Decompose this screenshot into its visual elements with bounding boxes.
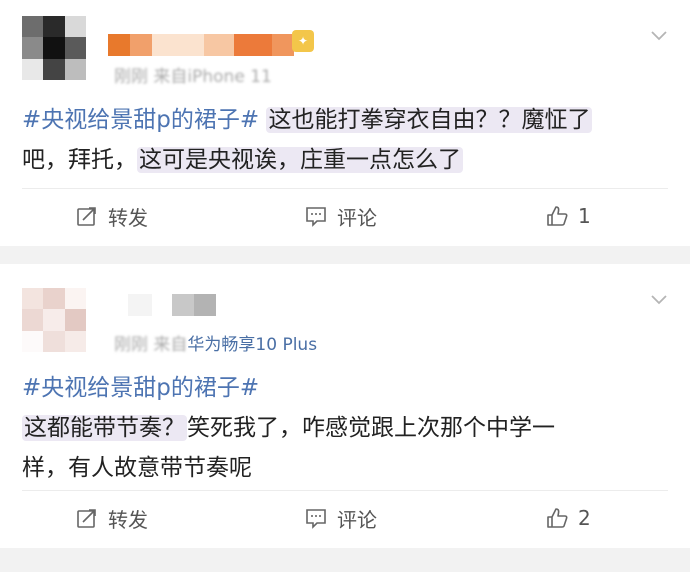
repost-button[interactable]: 转发 [76,196,148,236]
repost-label: 转发 [108,205,148,230]
like-button[interactable]: 1 [546,196,591,236]
weibo-post-1: ✦ 刚刚 来自iPhone 11 #央视给景甜p的裙子# 这也能打拳穿衣自由？？… [0,0,690,246]
post-source-prefix: 来自 [153,335,188,355]
action-bar: 转发 评论 1 [0,196,690,236]
divider [22,490,668,491]
repost-label: 转发 [108,507,148,532]
post-meta: 刚刚 来自华为畅享10 Plus [114,330,317,355]
comment-label: 评论 [337,205,377,230]
comment-button[interactable]: 评论 [305,196,377,236]
topic-link[interactable]: #央视给景甜p的裙子# [22,375,259,401]
comment-icon [306,207,326,227]
post-source: 来自iPhone 11 [153,67,272,87]
post-separator [0,548,690,572]
post-source[interactable]: 华为畅享10 Plus [187,335,317,355]
topic-link[interactable]: #央视给景甜p的裙子# [22,107,259,133]
post-separator [0,246,690,264]
vip-badge-icon: ✦ [292,30,314,52]
like-icon [547,206,568,226]
repost-button[interactable]: 转发 [76,498,148,538]
comment-button[interactable]: 评论 [305,498,377,538]
avatar[interactable] [22,16,86,80]
post-time: 刚刚 [114,67,148,87]
post-text-segment: 笑死我了，咋感觉跟上次那个中学一 [187,415,555,441]
post-text-segment: 吧，拜托， [22,147,137,173]
repost-icon [77,207,96,226]
post-meta: 刚刚 来自iPhone 11 [114,62,272,87]
like-count: 1 [578,204,591,228]
like-count: 2 [578,506,591,530]
divider [22,188,668,189]
highlighted-text: 这也能打拳穿衣自由？？魔怔了 [266,107,593,133]
weibo-post-2: 刚刚 来自华为畅享10 Plus #央视给景甜p的裙子# 这都能带节奏？笑死我了… [0,264,690,548]
post-text: #央视给景甜p的裙子# 这都能带节奏？笑死我了，咋感觉跟上次那个中学一 样，有人… [22,368,672,488]
comment-label: 评论 [337,507,377,532]
chevron-down-icon[interactable] [650,290,668,308]
username-pixelated[interactable] [108,34,294,56]
repost-icon [77,509,96,528]
action-bar: 转发 评论 2 [0,498,690,538]
username-pixelated[interactable] [128,294,216,316]
like-icon [547,508,568,528]
highlighted-text: 这可是央视诶，庄重一点怎么了 [137,147,463,173]
chevron-down-icon[interactable] [650,26,668,44]
avatar[interactable] [22,288,86,352]
post-text-segment: 样，有人故意带节奏呢 [22,455,252,481]
post-text: #央视给景甜p的裙子# 这也能打拳穿衣自由？？魔怔了 吧，拜托，这可是央视诶，庄… [22,100,672,180]
highlighted-text: 这都能带节奏？ [22,415,187,441]
post-time: 刚刚 [114,335,148,355]
comment-icon [306,509,326,529]
like-button[interactable]: 2 [546,498,591,538]
